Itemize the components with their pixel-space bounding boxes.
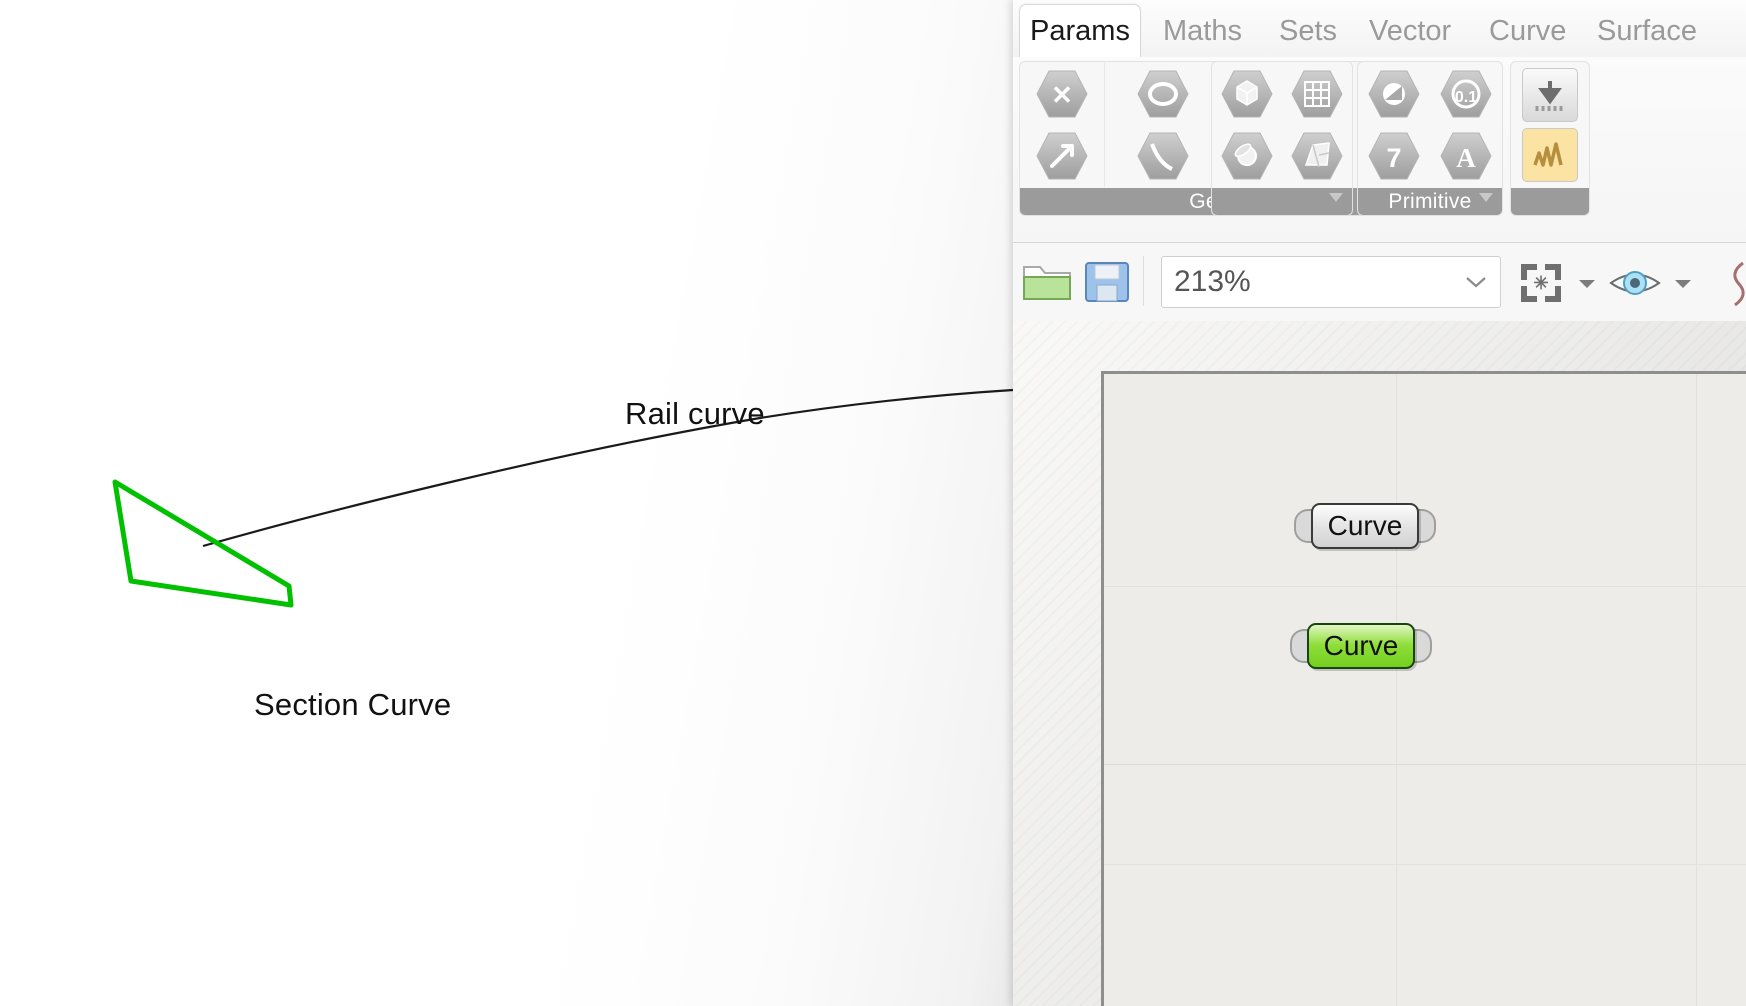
ribbon-group-3d (1211, 61, 1353, 216)
tab-label: Maths (1163, 15, 1242, 47)
node-label: Curve (1307, 623, 1415, 669)
surface-fold-icon[interactable] (1289, 130, 1345, 182)
number-slider-icon[interactable]: 0.1 (1438, 68, 1494, 120)
svg-text:✕: ✕ (1051, 80, 1073, 110)
output-port[interactable] (1412, 629, 1432, 663)
tab-surface[interactable]: Surface (1583, 6, 1711, 57)
ribbon-group-title-utility (1511, 188, 1589, 215)
ribbon-group-title-3d (1212, 188, 1352, 215)
section-curve-outline (112, 479, 294, 608)
tab-label: Params (1030, 15, 1130, 47)
profiler-icon[interactable] (1725, 261, 1746, 307)
boolean-toggle-icon[interactable] (1366, 68, 1422, 120)
node-label: Curve (1311, 503, 1419, 549)
svg-text:✳: ✳ (1533, 273, 1548, 293)
cancel-x-icon[interactable]: ✕ (1034, 68, 1090, 120)
ribbon-group-utility (1510, 61, 1590, 216)
tab-curve[interactable]: Curve (1475, 6, 1580, 57)
canvas-toolbar: 213% ✳ (1013, 243, 1746, 322)
circle-ring-icon[interactable] (1135, 68, 1191, 120)
preview-dropdown-icon[interactable] (1673, 277, 1693, 291)
chevron-down-icon[interactable] (1464, 274, 1488, 290)
arrow-vector-icon[interactable] (1034, 130, 1090, 182)
ribbon-tab-strip: Params Maths Sets Vector Curve Surface (1013, 0, 1746, 58)
node-curve-grey[interactable]: Curve (1294, 502, 1436, 550)
tab-label: Sets (1279, 15, 1338, 47)
tab-label: Vector (1369, 15, 1452, 47)
ribbon-panel: ✕ 0.1 7 A Primitive (1013, 57, 1746, 243)
zoom-extents-icon[interactable]: ✳ (1515, 259, 1567, 307)
tab-sets[interactable]: Sets (1265, 6, 1351, 57)
ribbon-group-title-primitive: Primitive (1358, 188, 1502, 215)
section-curve-label: Section Curve (254, 687, 452, 722)
svg-text:0.1: 0.1 (1455, 89, 1477, 106)
canvas-document-area[interactable]: Curve Curve (1101, 371, 1746, 1006)
group-title-text: Primitive (1388, 189, 1472, 213)
chevron-down-icon[interactable] (1329, 193, 1343, 202)
save-disk-icon[interactable] (1079, 253, 1135, 311)
svg-text:A: A (1456, 143, 1476, 173)
gh-canvas[interactable]: Curve Curve (1013, 321, 1746, 1006)
tab-vector[interactable]: Vector (1355, 6, 1465, 57)
integer-icon[interactable]: 7 (1366, 130, 1422, 182)
tab-label: Curve (1489, 15, 1567, 47)
tab-label: Surface (1597, 15, 1697, 47)
rail-curve-label: Rail curve (625, 396, 765, 431)
tab-params[interactable]: Params (1019, 4, 1141, 58)
open-folder-icon[interactable] (1019, 253, 1075, 311)
zoom-extents-dropdown-icon[interactable] (1577, 277, 1597, 291)
arc-icon[interactable] (1135, 130, 1191, 182)
node-curve-selected[interactable]: Curve (1290, 622, 1432, 670)
zoom-level-combobox[interactable]: 213% (1161, 256, 1501, 308)
sketch-icon[interactable] (1522, 127, 1578, 182)
svg-text:7: 7 (1386, 143, 1401, 173)
rail-curve-path (202, 388, 1013, 548)
bake-icon[interactable] (1522, 67, 1578, 122)
illustration-pane: Rail curve Section Curve (0, 0, 1013, 1006)
ribbon-group-primitive: 0.1 7 A Primitive (1357, 61, 1503, 216)
mesh-grid-icon[interactable] (1289, 68, 1345, 120)
chevron-down-icon[interactable] (1479, 193, 1493, 202)
zoom-level-value: 213% (1174, 265, 1251, 298)
diagram-svg (112, 388, 1013, 608)
cylinder-icon[interactable] (1219, 130, 1275, 182)
tab-maths[interactable]: Maths (1149, 6, 1256, 57)
eye-preview-icon[interactable] (1607, 259, 1663, 307)
output-port[interactable] (1416, 509, 1436, 543)
box-icon[interactable] (1219, 68, 1275, 120)
text-panel-icon[interactable]: A (1438, 130, 1494, 182)
grasshopper-window: Params Maths Sets Vector Curve Surface ✕ (1013, 0, 1746, 1006)
